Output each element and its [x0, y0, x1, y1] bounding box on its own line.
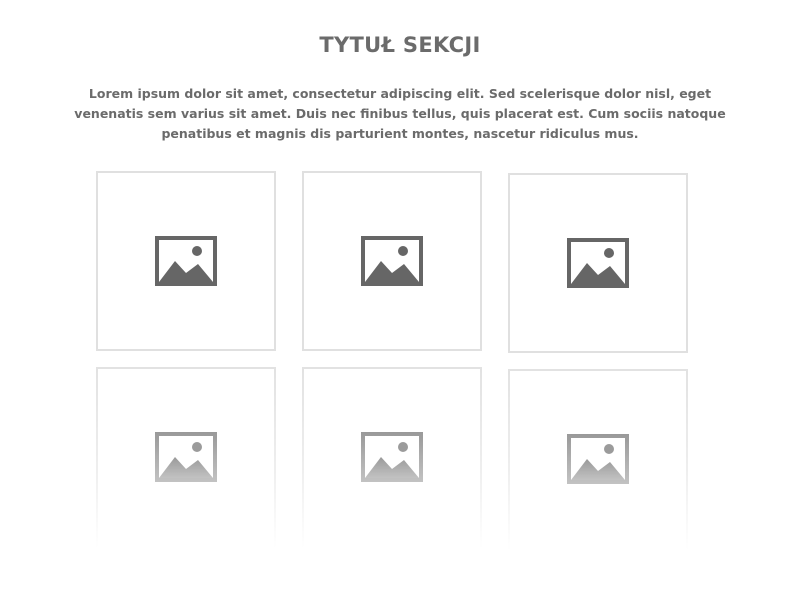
- image-tile[interactable]: [302, 171, 482, 351]
- section-description: Lorem ipsum dolor sit amet, consectetur …: [74, 86, 726, 141]
- section-title: TYTUŁ SEKCJI: [319, 33, 481, 57]
- image-placeholder-icon: [361, 432, 423, 482]
- image-tile[interactable]: [96, 367, 276, 549]
- image-tile[interactable]: [508, 173, 688, 353]
- image-tile[interactable]: [96, 171, 276, 351]
- image-placeholder-icon: [567, 434, 629, 484]
- image-placeholder-icon: [567, 238, 629, 288]
- image-placeholder-icon: [155, 236, 217, 286]
- image-tile[interactable]: [302, 367, 482, 549]
- image-tile[interactable]: [508, 369, 688, 551]
- image-placeholder-icon: [361, 236, 423, 286]
- image-placeholder-icon: [155, 432, 217, 482]
